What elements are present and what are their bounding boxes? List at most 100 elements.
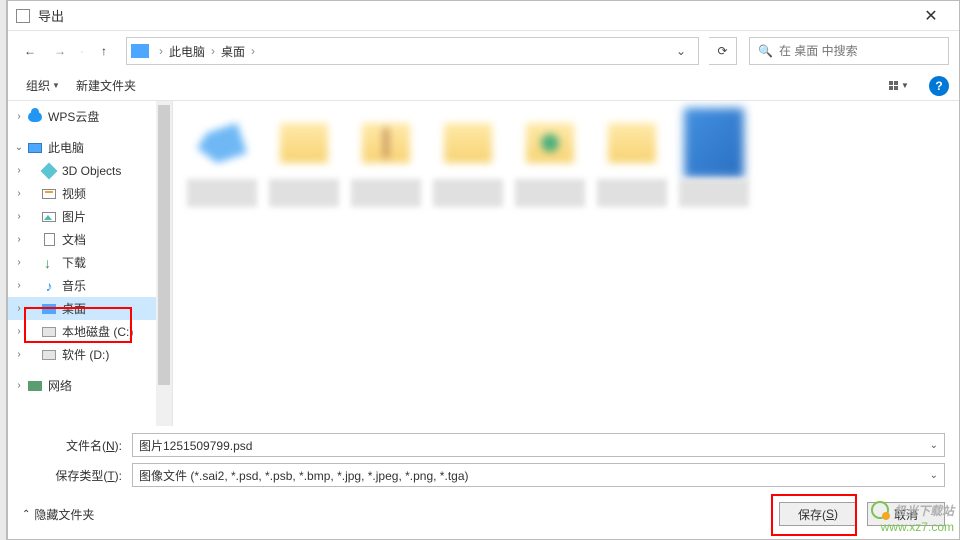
window-icon xyxy=(16,9,30,23)
help-button[interactable]: ? xyxy=(929,76,949,96)
view-mode-button[interactable]: ▼ xyxy=(883,75,915,97)
tree-item-local-disk-c[interactable]: › 本地磁盘 (C:) xyxy=(8,320,172,343)
file-item[interactable] xyxy=(347,111,425,207)
folder-icon xyxy=(608,123,656,163)
file-list[interactable] xyxy=(173,101,959,426)
filetype-select[interactable]: 图像文件 (*.sai2, *.psd, *.psb, *.bmp, *.jpg… xyxy=(132,463,945,487)
address-dropdown-icon[interactable]: ⌄ xyxy=(668,44,694,58)
disk-icon xyxy=(40,347,58,363)
tree-item-wps-cloud[interactable]: › WPS云盘 xyxy=(8,105,172,128)
search-box[interactable]: 🔍 xyxy=(749,37,949,65)
file-item[interactable] xyxy=(511,111,589,207)
crumb-this-pc[interactable]: 此电脑 xyxy=(167,43,207,60)
document-icon xyxy=(40,232,58,248)
tree-caret[interactable]: › xyxy=(12,380,26,391)
filetype-label: 保存类型(T): xyxy=(22,467,132,484)
chevron-down-icon[interactable]: ⌄ xyxy=(930,470,938,481)
tree-item-downloads[interactable]: › 下载 xyxy=(8,251,172,274)
tree-item-documents[interactable]: › 文档 xyxy=(8,228,172,251)
file-name xyxy=(269,179,339,207)
menubar: 组织 ▼ 新建文件夹 ▼ ? xyxy=(8,71,959,101)
file-item[interactable] xyxy=(429,111,507,207)
crumb-sep: › xyxy=(207,44,219,58)
window-title: 导出 xyxy=(38,6,911,25)
crumb-sep: › xyxy=(247,44,259,58)
tree-caret[interactable]: › xyxy=(12,188,26,199)
close-button[interactable]: ✕ xyxy=(911,2,951,30)
address-bar[interactable]: › 此电脑 › 桌面 › ⌄ xyxy=(126,37,699,65)
file-name xyxy=(187,179,257,207)
filename-label: 文件名(N): xyxy=(22,437,132,454)
file-name xyxy=(679,179,749,207)
chevron-down-icon: ▼ xyxy=(901,81,909,90)
organize-label: 组织 xyxy=(26,77,50,94)
desktop-icon xyxy=(40,301,58,317)
crumb-sep: › xyxy=(155,44,167,58)
filename-input[interactable]: 图片1251509799.psd ⌄ xyxy=(132,433,945,457)
file-item[interactable] xyxy=(593,111,671,207)
address-path: › 此电脑 › 桌面 › xyxy=(155,43,668,60)
tree-item-network[interactable]: › 网络 xyxy=(8,374,172,397)
tree-caret[interactable]: › xyxy=(12,211,26,222)
crumb-desktop[interactable]: 桌面 xyxy=(219,43,247,60)
file-item[interactable] xyxy=(675,111,753,207)
file-item[interactable] xyxy=(183,111,261,207)
folder-icon xyxy=(362,123,410,163)
scrollbar-thumb[interactable] xyxy=(158,105,170,385)
tree-label: WPS云盘 xyxy=(48,108,99,125)
forward-button[interactable]: → xyxy=(48,39,72,63)
hide-folders-toggle[interactable]: ⌃ 隐藏文件夹 xyxy=(22,506,94,523)
view-controls: ▼ ? xyxy=(883,75,949,97)
tree-caret[interactable]: › xyxy=(12,234,26,245)
cancel-button[interactable]: 取消 xyxy=(867,502,945,526)
navbar: ← → · ↑ › 此电脑 › 桌面 › ⌄ ⟳ 🔍 xyxy=(8,31,959,71)
tree-item-pictures[interactable]: › 图片 xyxy=(8,205,172,228)
tree-item-this-pc[interactable]: ⌄ 此电脑 xyxy=(8,136,172,159)
tree-caret[interactable]: › xyxy=(12,165,26,176)
export-dialog: 导出 ✕ ← → · ↑ › 此电脑 › 桌面 › ⌄ ⟳ 🔍 组织 ▼ xyxy=(7,0,960,540)
cube-icon xyxy=(40,163,58,179)
search-input[interactable] xyxy=(779,44,940,58)
tree-item-3d-objects[interactable]: › 3D Objects xyxy=(8,159,172,182)
form-area: 文件名(N): 图片1251509799.psd ⌄ 保存类型(T): 图像文件… xyxy=(8,426,959,497)
tree-caret[interactable]: › xyxy=(12,349,26,360)
tree-item-videos[interactable]: › 视频 xyxy=(8,182,172,205)
tree-label: 下载 xyxy=(62,254,86,271)
tree-caret[interactable]: › xyxy=(12,280,26,291)
monitor-icon xyxy=(26,140,44,156)
folder-icon xyxy=(444,123,492,163)
new-folder-label: 新建文件夹 xyxy=(76,77,136,94)
tree-caret[interactable]: ⌄ xyxy=(12,142,26,153)
tree-label: 图片 xyxy=(62,208,86,225)
refresh-button[interactable]: ⟳ xyxy=(709,37,737,65)
tree-caret[interactable]: › xyxy=(12,111,26,122)
tree-item-disk-d[interactable]: › 软件 (D:) xyxy=(8,343,172,366)
tree-label: 本地磁盘 (C:) xyxy=(62,323,133,340)
back-button[interactable]: ← xyxy=(18,39,42,63)
sidebar-scrollbar[interactable] xyxy=(156,101,172,426)
file-thumb xyxy=(682,111,746,175)
music-icon: ♪ xyxy=(40,278,58,294)
file-item[interactable] xyxy=(265,111,343,207)
filename-value: 图片1251509799.psd xyxy=(139,437,930,454)
tree-label: 桌面 xyxy=(62,300,86,317)
tree-item-desktop[interactable]: › 桌面 xyxy=(8,297,172,320)
file-name xyxy=(597,179,667,207)
up-button[interactable]: ↑ xyxy=(92,39,116,63)
grid-icon xyxy=(889,81,898,90)
tree-label: 网络 xyxy=(48,377,72,394)
chevron-down-icon[interactable]: ⌄ xyxy=(930,440,938,451)
network-icon xyxy=(26,378,44,394)
new-folder-button[interactable]: 新建文件夹 xyxy=(68,73,144,98)
tree-label: 文档 xyxy=(62,231,86,248)
tree-label: 此电脑 xyxy=(48,139,84,156)
folder-icon xyxy=(526,123,574,163)
tree-item-music[interactable]: › ♪ 音乐 xyxy=(8,274,172,297)
tree-caret[interactable]: › xyxy=(12,326,26,337)
chevron-up-icon: ⌃ xyxy=(22,509,30,520)
organize-menu[interactable]: 组织 ▼ xyxy=(18,73,68,98)
tree-caret[interactable]: › xyxy=(12,257,26,268)
chevron-down-icon: ▼ xyxy=(52,81,60,90)
tree-caret[interactable]: › xyxy=(12,303,26,314)
save-button[interactable]: 保存(S) xyxy=(779,502,857,526)
